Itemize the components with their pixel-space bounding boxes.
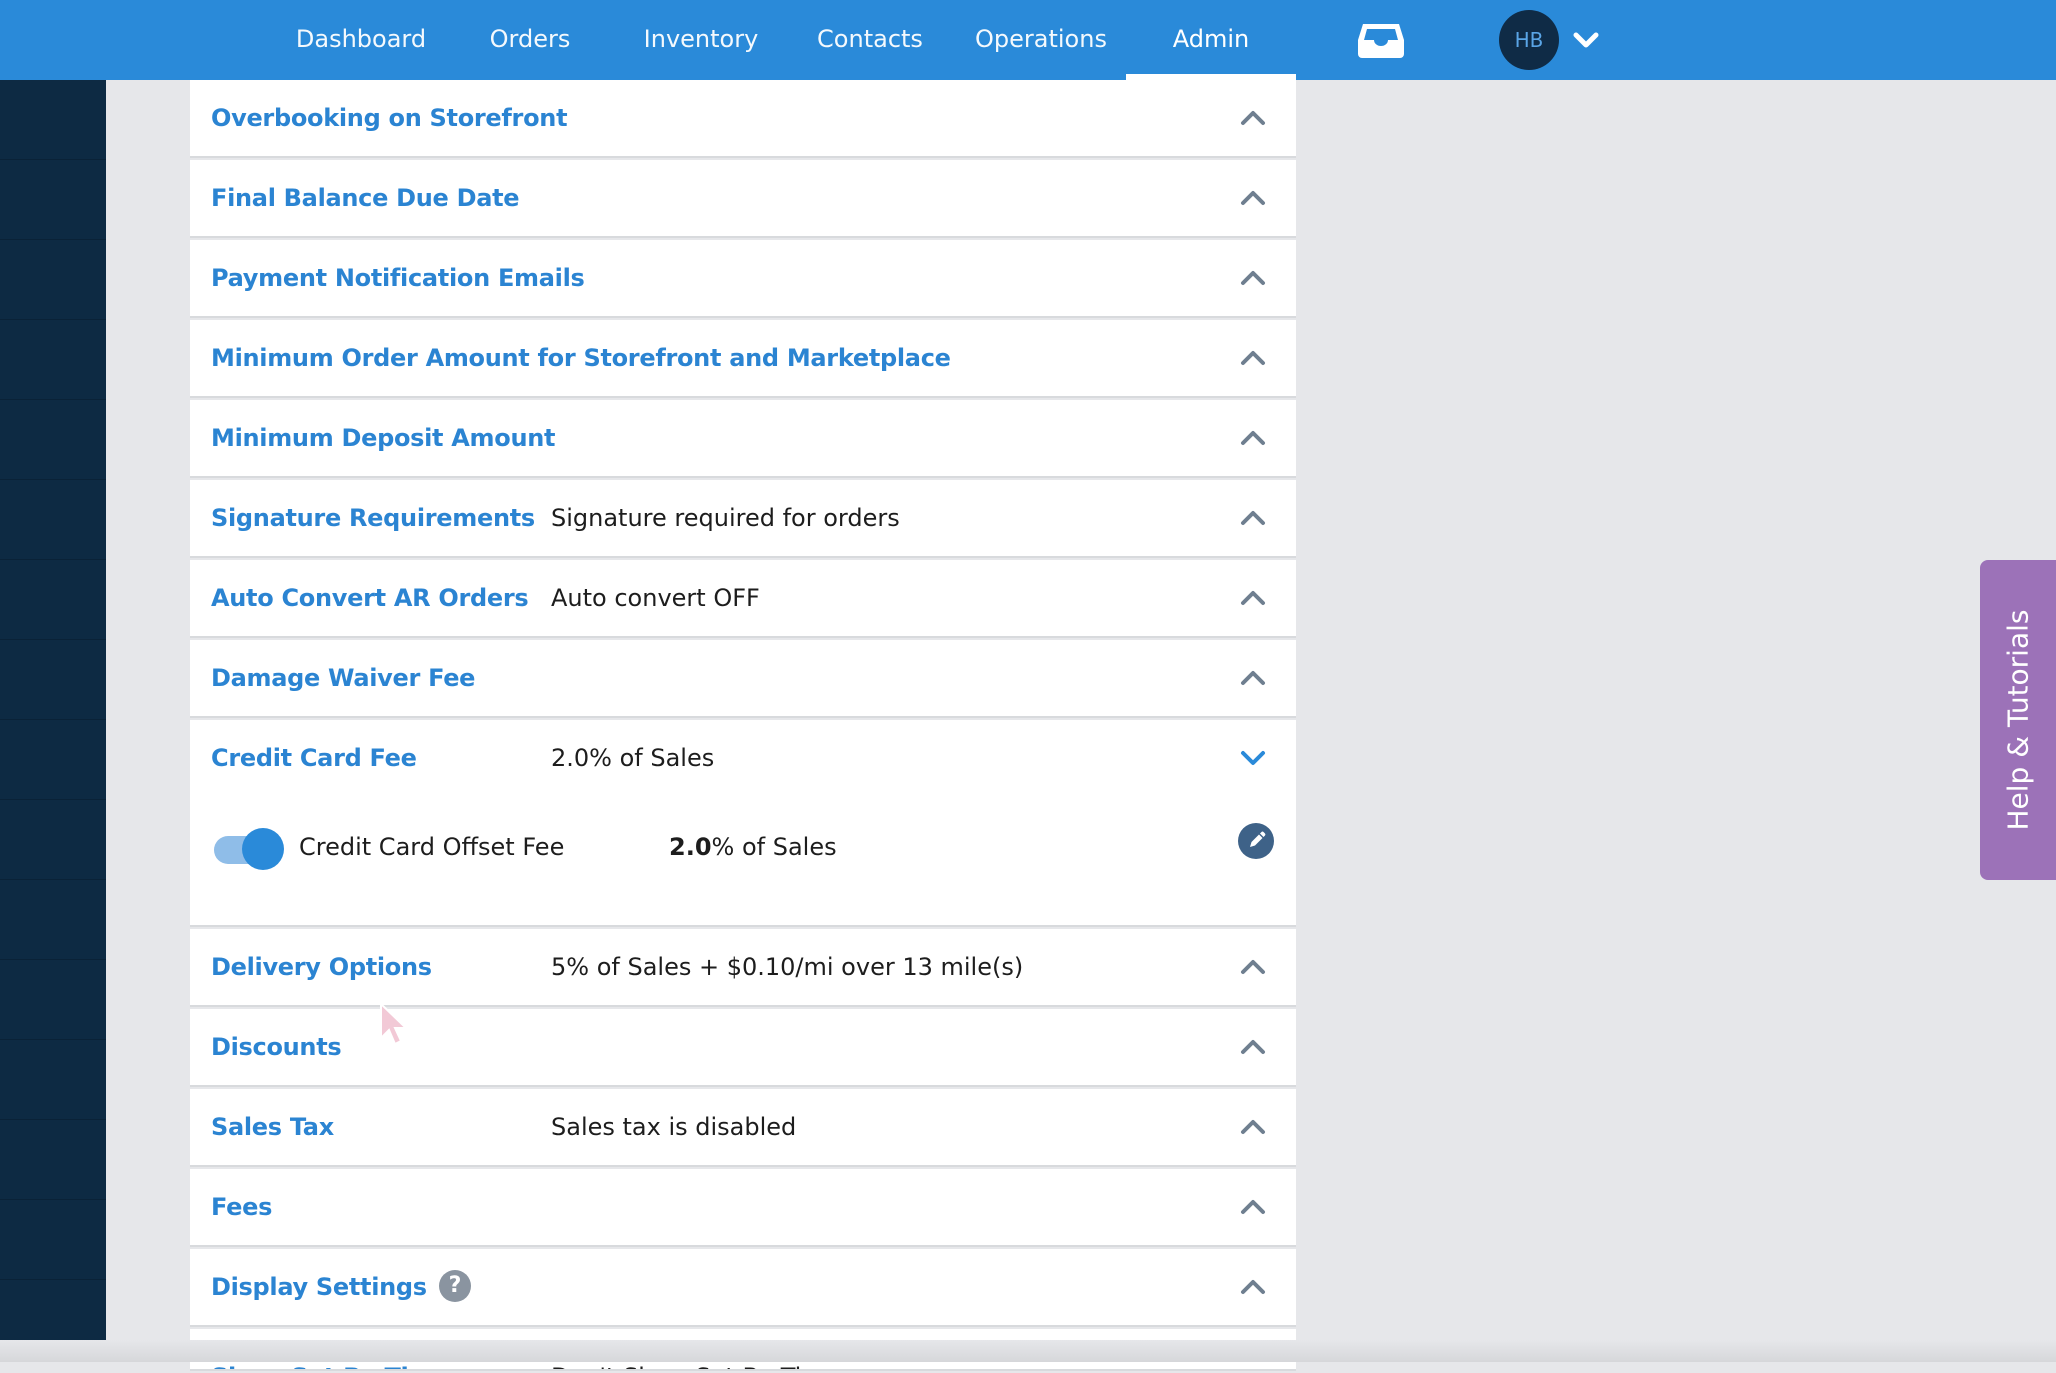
sidebar-item[interactable] bbox=[0, 560, 106, 640]
chevron-up-icon[interactable] bbox=[1240, 187, 1266, 209]
inbox-icon[interactable] bbox=[1357, 20, 1405, 60]
row-summary: Signature required for orders bbox=[551, 504, 900, 532]
nav-contacts[interactable]: Contacts bbox=[800, 0, 940, 80]
chevron-up-icon[interactable] bbox=[1240, 347, 1266, 369]
nav-operations[interactable]: Operations bbox=[970, 0, 1112, 80]
settings-row-delivery-options[interactable]: Delivery Options 5% of Sales + $0.10/mi … bbox=[190, 929, 1296, 1005]
sidebar-item[interactable] bbox=[0, 480, 106, 560]
row-title: Credit Card Fee bbox=[211, 744, 417, 772]
row-title: Display Settings? bbox=[211, 1249, 471, 1325]
sidebar-item[interactable] bbox=[0, 1200, 106, 1280]
row-title: Damage Waiver Fee bbox=[211, 664, 476, 692]
row-title: Sales Tax bbox=[211, 1113, 334, 1141]
settings-row-fees[interactable]: Fees bbox=[190, 1169, 1296, 1245]
mouse-cursor-icon bbox=[380, 1002, 409, 1046]
sidebar-item[interactable] bbox=[0, 640, 106, 720]
nav-admin[interactable]: Admin bbox=[1126, 0, 1296, 80]
settings-row-overbooking[interactable]: Overbooking on Storefront bbox=[190, 80, 1296, 156]
settings-panel: Overbooking on Storefront Final Balance … bbox=[190, 80, 1296, 1373]
credit-card-offset-value: 2.0% of Sales bbox=[669, 826, 837, 868]
chevron-up-icon[interactable] bbox=[1240, 1116, 1266, 1138]
top-navigation-bar: Dashboard Orders Inventory Contacts Oper… bbox=[0, 0, 2056, 80]
help-tutorials-tab[interactable]: Help & Tutorials bbox=[1980, 560, 2056, 880]
settings-row-signature-requirements[interactable]: Signature Requirements Signature require… bbox=[190, 480, 1296, 556]
chevron-up-icon[interactable] bbox=[1240, 667, 1266, 689]
row-title: Fees bbox=[211, 1193, 273, 1221]
offset-percent: 2.0 bbox=[669, 833, 712, 861]
row-summary: Sales tax is disabled bbox=[551, 1113, 797, 1141]
credit-card-fee-detail: Credit Card Offset Fee 2.0% of Sales bbox=[190, 796, 1296, 896]
nav-inventory[interactable]: Inventory bbox=[630, 0, 772, 80]
question-icon[interactable]: ? bbox=[438, 1270, 471, 1302]
settings-row-credit-card-fee[interactable]: Credit Card Fee 2.0% of Sales Credit Car… bbox=[190, 720, 1296, 925]
row-title: Delivery Options bbox=[211, 953, 432, 981]
sidebar-item[interactable] bbox=[0, 960, 106, 1040]
chevron-up-icon[interactable] bbox=[1240, 956, 1266, 978]
row-title: Overbooking on Storefront bbox=[211, 104, 568, 132]
settings-row-minimum-deposit-amount[interactable]: Minimum Deposit Amount bbox=[190, 400, 1296, 476]
settings-row-final-balance-due-date[interactable]: Final Balance Due Date bbox=[190, 160, 1296, 236]
nav-orders[interactable]: Orders bbox=[460, 0, 600, 80]
user-avatar[interactable]: HB bbox=[1499, 10, 1559, 70]
sidebar-item[interactable] bbox=[0, 880, 106, 960]
sidebar-item[interactable] bbox=[0, 800, 106, 880]
row-summary: Auto convert OFF bbox=[551, 584, 760, 612]
settings-row-discounts[interactable]: Discounts bbox=[190, 1009, 1296, 1085]
chevron-up-icon[interactable] bbox=[1240, 1276, 1266, 1298]
settings-row-minimum-order-amount[interactable]: Minimum Order Amount for Storefront and … bbox=[190, 320, 1296, 396]
chevron-up-icon[interactable] bbox=[1240, 427, 1266, 449]
settings-row-payment-notification-emails[interactable]: Payment Notification Emails bbox=[190, 240, 1296, 316]
row-title: Minimum Deposit Amount bbox=[211, 424, 556, 452]
sidebar-item[interactable] bbox=[0, 320, 106, 400]
row-title: Final Balance Due Date bbox=[211, 184, 520, 212]
edit-button[interactable] bbox=[1238, 823, 1274, 859]
left-sidebar bbox=[0, 80, 106, 1362]
chevron-up-icon[interactable] bbox=[1240, 1196, 1266, 1218]
settings-row-sales-tax[interactable]: Sales Tax Sales tax is disabled bbox=[190, 1089, 1296, 1165]
sidebar-item[interactable] bbox=[0, 720, 106, 800]
sidebar-item[interactable] bbox=[0, 240, 106, 320]
settings-row-damage-waiver-fee[interactable]: Damage Waiver Fee bbox=[190, 640, 1296, 716]
chevron-up-icon[interactable] bbox=[1240, 507, 1266, 529]
row-summary: 5% of Sales + $0.10/mi over 13 mile(s) bbox=[551, 953, 1024, 981]
row-title: Payment Notification Emails bbox=[211, 264, 585, 292]
sidebar-item[interactable] bbox=[0, 1120, 106, 1200]
chevron-down-icon[interactable] bbox=[1573, 28, 1599, 52]
display-settings-label: Display Settings bbox=[211, 1273, 427, 1301]
chevron-down-icon[interactable] bbox=[1240, 747, 1266, 769]
credit-card-offset-toggle[interactable] bbox=[214, 828, 284, 870]
bottom-edge bbox=[0, 1340, 2056, 1362]
chevron-up-icon[interactable] bbox=[1240, 107, 1266, 129]
settings-row-auto-convert-ar-orders[interactable]: Auto Convert AR Orders Auto convert OFF bbox=[190, 560, 1296, 636]
chevron-up-icon[interactable] bbox=[1240, 1036, 1266, 1058]
sidebar-item[interactable] bbox=[0, 1040, 106, 1120]
sidebar-item[interactable] bbox=[0, 400, 106, 480]
sidebar-item[interactable] bbox=[0, 160, 106, 240]
sidebar-item[interactable] bbox=[0, 80, 106, 160]
row-title: Discounts bbox=[211, 1033, 342, 1061]
row-title: Minimum Order Amount for Storefront and … bbox=[211, 344, 951, 372]
row-title: Signature Requirements bbox=[211, 504, 535, 532]
nav-dashboard[interactable]: Dashboard bbox=[281, 0, 441, 80]
chevron-up-icon[interactable] bbox=[1240, 267, 1266, 289]
row-summary: 2.0% of Sales bbox=[551, 744, 715, 772]
pencil-icon bbox=[1250, 831, 1266, 847]
toggle-knob bbox=[242, 828, 284, 870]
help-tab-label: Help & Tutorials bbox=[2001, 609, 2035, 831]
credit-card-offset-label: Credit Card Offset Fee bbox=[299, 833, 565, 861]
row-title: Auto Convert AR Orders bbox=[211, 584, 529, 612]
offset-suffix: % of Sales bbox=[711, 833, 837, 861]
settings-row-display-settings[interactable]: Display Settings? bbox=[190, 1249, 1296, 1325]
chevron-up-icon[interactable] bbox=[1240, 587, 1266, 609]
